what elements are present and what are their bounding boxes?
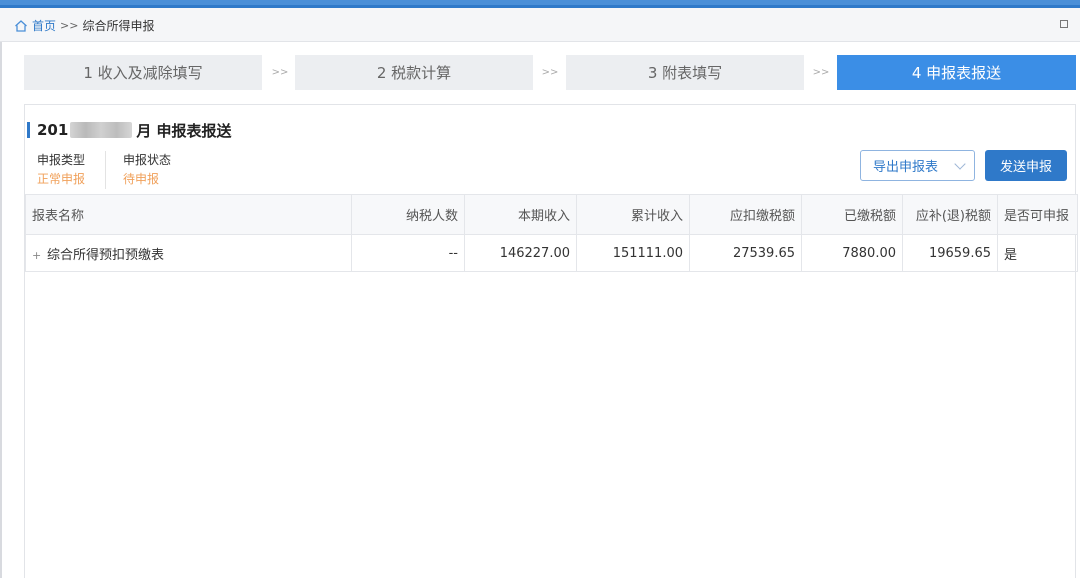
chevron-down-icon (954, 158, 966, 170)
cell-cumulative-income: 151111.00 (576, 234, 690, 272)
title-year: 201 (37, 121, 69, 139)
cell-tax-balance: 19659.65 (902, 234, 998, 272)
cell-taxpayer-count: -- (351, 234, 465, 272)
header-current-income: 本期收入 (464, 194, 577, 235)
cell-report-name: + 综合所得预扣预缴表 (25, 234, 352, 272)
export-return-label: 导出申报表 (873, 160, 939, 175)
cell-can-declare: 是 (997, 234, 1078, 272)
step-navigation: 1 收入及减除填写 >> 2 税款计算 >> 3 附表填写 >> 4 申报表报送 (24, 55, 1076, 90)
breadcrumb: 首页 >> 综合所得申报 (14, 17, 154, 34)
maximize-icon[interactable] (1060, 20, 1068, 28)
cell-tax-paid: 7880.00 (801, 234, 903, 272)
declare-status: 申报状态 待申报 (123, 151, 171, 186)
breadcrumb-home-link[interactable]: 首页 (32, 17, 56, 34)
step-arrow-2: >> (541, 67, 559, 78)
declare-type-value: 正常申报 (37, 172, 86, 186)
declare-status-label: 申报状态 (123, 153, 172, 167)
step-1-income-deduction[interactable]: 1 收入及减除填写 (24, 55, 262, 90)
declare-status-value: 待申报 (123, 172, 160, 186)
left-scroll-edge (0, 42, 2, 578)
table-header-row: 报表名称 纳税人数 本期收入 累计收入 应扣缴税额 已缴税额 应补(退)税额 是… (25, 194, 1078, 235)
send-declaration-button[interactable]: 发送申报 (985, 150, 1067, 181)
report-name: 综合所得预扣预缴表 (47, 247, 165, 263)
header-tax-withheld-due: 应扣缴税额 (689, 194, 802, 235)
home-icon[interactable] (14, 19, 28, 33)
declare-type-label: 申报类型 (37, 153, 86, 167)
header-report-name: 报表名称 (25, 194, 352, 235)
header-cumulative-income: 累计收入 (576, 194, 690, 235)
returns-table: 报表名称 纳税人数 本期收入 累计收入 应扣缴税额 已缴税额 应补(退)税额 是… (25, 194, 1078, 272)
breadcrumb-bar: 首页 >> 综合所得申报 (0, 8, 1080, 42)
page-title: 201 月 申报表报送 (27, 120, 232, 140)
window-top-bar (0, 0, 1080, 8)
step-3-schedule-filling[interactable]: 3 附表填写 (566, 55, 804, 90)
meta-divider (105, 151, 106, 189)
declare-type: 申报类型 正常申报 (37, 151, 85, 186)
cell-current-income: 146227.00 (464, 234, 577, 272)
expand-plus-icon[interactable]: + (32, 249, 41, 262)
cell-tax-withheld-due: 27539.65 (689, 234, 802, 272)
step-arrow-3: >> (812, 67, 830, 78)
export-return-button[interactable]: 导出申报表 (860, 150, 975, 181)
return-submit-panel: 201 月 申报表报送 申报类型 正常申报 申报状态 待申报 导出申报表 发送申… (24, 104, 1078, 578)
step-arrow-1: >> (271, 67, 289, 78)
title-text: 月 申报表报送 (136, 121, 232, 140)
title-accent-bar (27, 122, 30, 138)
table-row[interactable]: + 综合所得预扣预缴表 -- 146227.00 151111.00 27539.… (25, 234, 1078, 272)
step-2-tax-calculation[interactable]: 2 税款计算 (295, 55, 533, 90)
header-can-declare: 是否可申报 (997, 194, 1078, 235)
breadcrumb-separator: >> (60, 19, 79, 32)
header-tax-paid: 已缴税额 (801, 194, 903, 235)
title-redacted-period (70, 122, 133, 138)
breadcrumb-current: 综合所得申报 (82, 19, 155, 33)
step-4-submit-return[interactable]: 4 申报表报送 (837, 55, 1076, 90)
header-tax-balance: 应补(退)税额 (902, 194, 998, 235)
header-taxpayer-count: 纳税人数 (351, 194, 465, 235)
